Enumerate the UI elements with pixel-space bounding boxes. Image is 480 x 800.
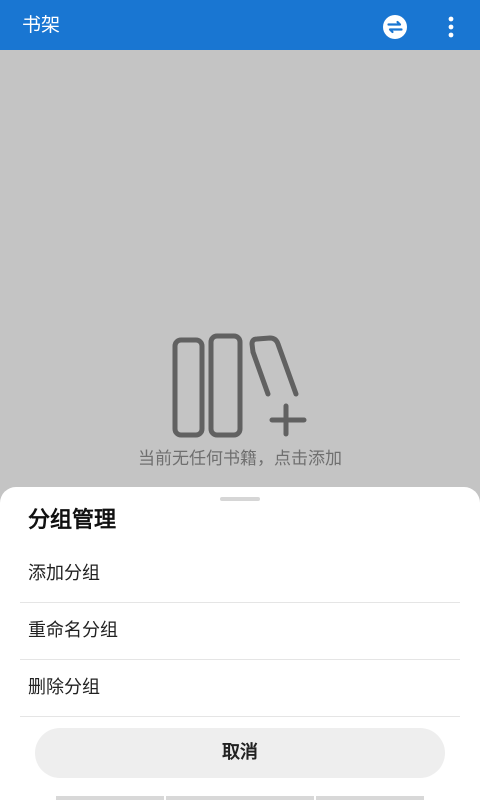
add-group-item[interactable]: 添加分组 (20, 546, 460, 602)
drag-handle[interactable] (220, 497, 260, 501)
group-management-sheet: 分组管理 添加分组 重命名分组 删除分组 取消 (0, 487, 480, 800)
delete-group-item[interactable]: 删除分组 (20, 660, 460, 716)
bottom-nav-edge (166, 796, 314, 800)
empty-state-text[interactable]: 当前无任何书籍，点击添加 (0, 447, 480, 471)
more-vertical-icon[interactable] (440, 14, 462, 40)
sheet-title: 分组管理 (28, 508, 117, 533)
page-title: 书架 (22, 14, 61, 36)
cancel-button[interactable]: 取消 (35, 728, 445, 778)
rename-group-item[interactable]: 重命名分组 (20, 603, 460, 659)
bookshelf-add-icon[interactable] (168, 330, 312, 442)
divider (20, 716, 460, 717)
rename-group-label: 重命名分组 (28, 620, 118, 641)
bottom-nav-edge (316, 796, 424, 800)
app-bar: 书架 (0, 0, 480, 50)
bottom-nav-edge (56, 796, 164, 800)
delete-group-label: 删除分组 (28, 677, 100, 698)
add-group-label: 添加分组 (28, 563, 100, 584)
sync-icon[interactable] (382, 14, 408, 40)
